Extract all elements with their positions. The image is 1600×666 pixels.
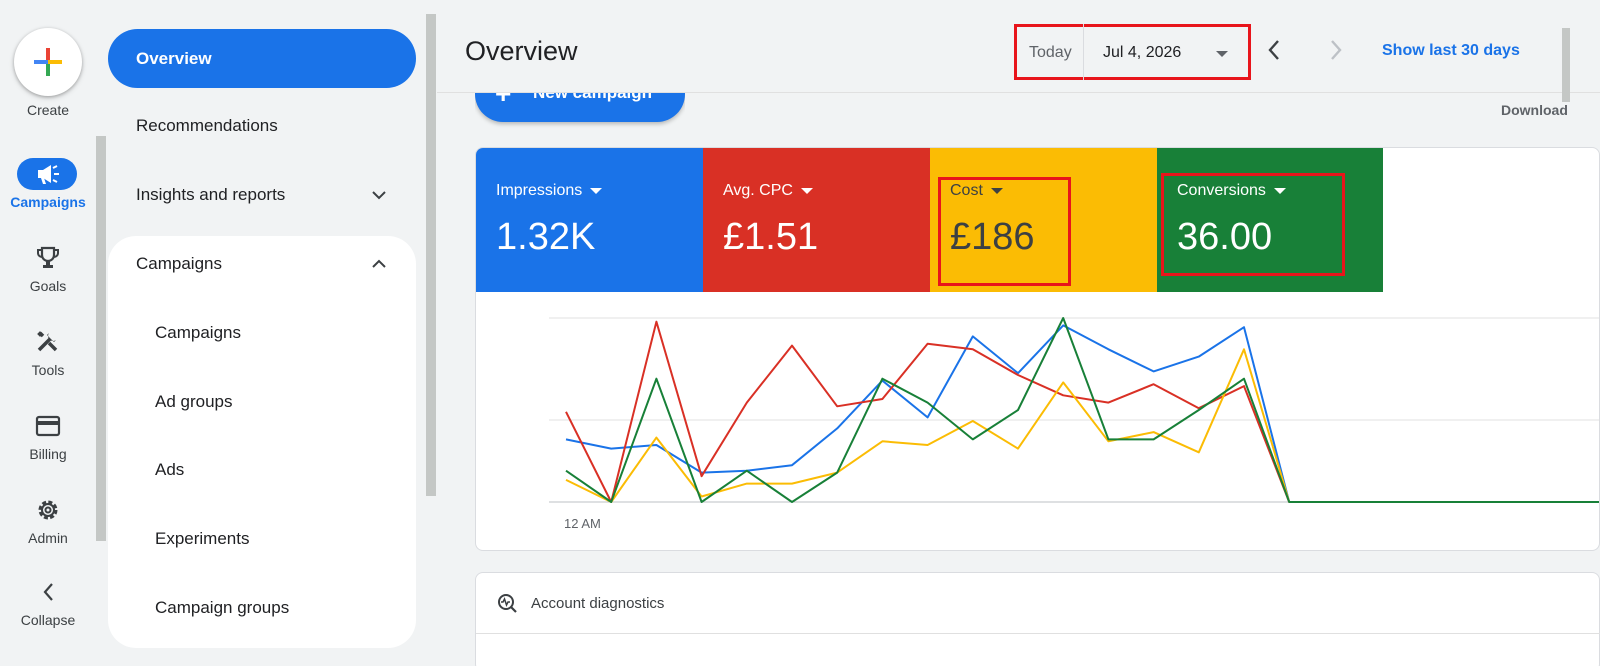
caret-down-icon [800,187,813,194]
rail-label-tools: Tools [31,362,65,378]
trophy-icon [32,242,64,274]
plus-icon: + [495,78,512,109]
create-button[interactable] [14,28,82,96]
tools-icon [32,326,64,358]
chart-series-line-0 [565,324,1599,503]
create-label: Create [26,102,70,118]
date-value: Jul 4, 2026 [1103,44,1182,61]
chevron-down-icon [372,191,386,200]
new-campaign-label: New campaign [533,83,653,102]
rail-label-billing: Billing [29,446,67,462]
performance-chart-card: Impressions 1.32K Avg. CPC £1.51 Cost £1… [475,147,1600,551]
x-axis-tick-first: 12 AM [564,516,601,531]
rail-label-goals: Goals [29,278,67,294]
collapse-label: Collapse [20,612,76,628]
metric-avg-cpc-value: £1.51 [723,216,819,258]
metric-impressions-value: 1.32K [496,216,596,258]
nav-sub-campaigns[interactable]: Campaigns [108,307,416,359]
chart-series-line-3 [565,317,1599,503]
date-range-picker[interactable]: Today Jul 4, 2026 [1014,24,1251,80]
new-campaign-button[interactable]: + New campaign [475,78,685,122]
nav-item-insights-label: Insights and reports [136,185,286,204]
rail-label-campaigns: Campaigns [10,194,86,210]
line-chart [549,317,1599,503]
previous-period-button[interactable] [1267,38,1281,62]
nav-scrollbar[interactable] [426,14,436,496]
nav-sub-experiments[interactable]: Experiments [108,513,416,565]
diagnostics-search-icon [498,594,517,613]
date-divider [1083,24,1084,80]
nav-item-recommendations[interactable]: Recommendations [108,100,416,152]
credit-card-icon [32,410,64,442]
main-scrollbar[interactable] [1562,28,1570,102]
nav-sub-campaign-groups[interactable]: Campaign groups [108,582,416,634]
show-last-30-days-link[interactable]: Show last 30 days [1382,42,1520,60]
nav-item-insights[interactable]: Insights and reports [108,169,416,221]
metric-impressions[interactable]: Impressions 1.32K [476,148,703,292]
campaigns-megaphone-icon [32,158,64,190]
header-divider [437,92,1600,93]
next-period-button[interactable] [1329,38,1343,62]
rail-item-billing[interactable]: Billing [0,410,96,480]
nav-group-campaigns[interactable]: Campaigns [108,238,416,290]
caret-down-icon [590,187,603,194]
rail-scrollbar[interactable] [96,136,106,541]
rail-item-admin[interactable]: Admin [0,494,96,564]
rail-item-goals[interactable]: Goals [0,242,96,312]
rail-item-tools[interactable]: Tools [0,326,96,396]
gear-icon [32,494,64,526]
page-title: Overview [465,36,578,66]
metric-conversions[interactable]: Conversions 36.00 [1157,148,1383,292]
rail-item-campaigns[interactable]: Campaigns [0,158,96,228]
chevron-left-icon [32,576,64,608]
download-button[interactable]: Download [1501,102,1600,118]
metric-avg-cpc-label[interactable]: Avg. CPC [723,182,813,200]
nav-group-campaigns-label: Campaigns [136,254,222,273]
chart-series-line-1 [565,320,1599,503]
metric-impressions-label[interactable]: Impressions [496,182,603,200]
left-rail: Create Campaigns Goals Tools Billing Adm… [0,0,96,666]
nav-panel: Overview Recommendations Insights and re… [108,0,428,666]
cost-highlight-box [938,177,1071,286]
nav-item-overview[interactable]: Overview [108,29,416,88]
metric-cost[interactable]: Cost £186 [930,148,1157,292]
account-diagnostics-card[interactable]: Account diagnostics [475,572,1600,666]
plus-colored-icon [34,48,62,76]
nav-sub-ad-groups[interactable]: Ad groups [108,376,416,428]
conversions-highlight-box [1161,173,1345,276]
rail-label-admin: Admin [28,530,68,546]
diagnostics-divider [476,633,1600,634]
metric-avg-cpc-name: Avg. CPC [723,182,793,199]
date-prefix: Today [1029,44,1072,61]
metric-avg-cpc[interactable]: Avg. CPC £1.51 [703,148,930,292]
chevron-up-icon [372,259,386,268]
main-content: + New campaign Overview Today Jul 4, 202… [437,0,1600,666]
nav-sub-ads[interactable]: Ads [108,444,416,496]
metric-impressions-name: Impressions [496,182,583,199]
dropdown-arrow-icon[interactable] [1215,50,1229,58]
collapse-button[interactable]: Collapse [0,576,96,646]
diagnostics-title: Account diagnostics [531,595,665,612]
